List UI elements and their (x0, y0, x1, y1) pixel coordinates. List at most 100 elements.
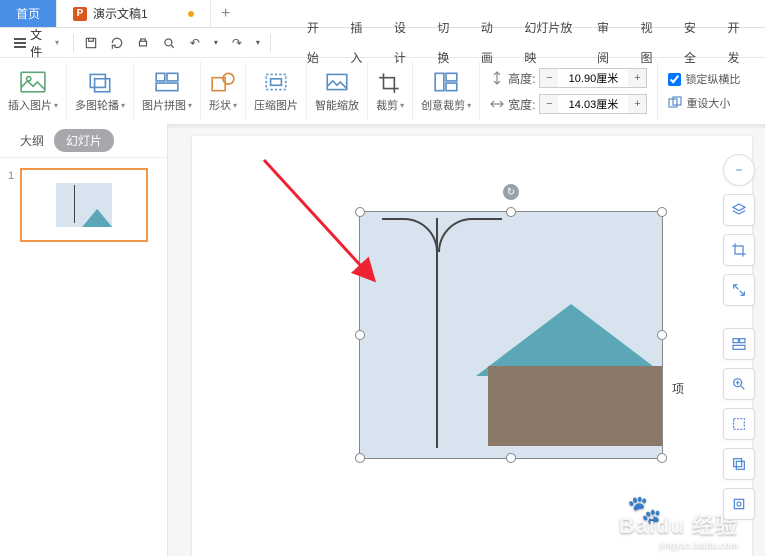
presentation-icon: P (73, 7, 87, 21)
group-multi-contour-label: 多图轮播 (75, 97, 119, 113)
resize-handle-tl[interactable] (355, 207, 365, 217)
group-pic-tile-label: 图片拼图 (142, 97, 186, 113)
height-minus-button[interactable]: − (540, 69, 558, 87)
refresh-button[interactable] (106, 32, 128, 54)
width-minus-button[interactable]: − (540, 95, 558, 113)
width-input[interactable] (558, 95, 628, 113)
chevron-down-icon: ▾ (400, 101, 404, 110)
workarea: 大纲 幻灯片 1 (0, 124, 765, 556)
group-crop[interactable]: 裁剪▾ (368, 62, 413, 120)
lamp-arm (382, 218, 438, 252)
group-shape[interactable]: 形状▾ (201, 62, 246, 120)
lock-ratio-input[interactable] (668, 73, 681, 86)
collapse-button[interactable]: − (723, 154, 755, 186)
slide-canvas[interactable]: ↻ 项 🐾 Baidu 经验 jingyan.baidu.com (192, 136, 752, 556)
size-group: 高度: − + 宽度: − + (480, 62, 658, 120)
lock-ratio-label: 锁定纵横比 (685, 71, 740, 87)
ribbon: 插入图片▾ 多图轮播▾ 图片拼图▾ 形状▾ 压缩图片 智能缩放 裁剪▾ 创意裁剪… (0, 58, 765, 124)
resize-handle-tm[interactable] (506, 207, 516, 217)
group-insert-pic[interactable]: 插入图片▾ (0, 62, 67, 120)
height-spinner[interactable]: − + (539, 68, 647, 88)
smart-zoom-icon (323, 69, 351, 95)
resize-handle-bm[interactable] (506, 453, 516, 463)
rotate-handle[interactable]: ↻ (503, 184, 519, 200)
height-input[interactable] (558, 69, 628, 87)
compress-icon (262, 69, 290, 95)
group-compress[interactable]: 压缩图片 (246, 62, 307, 120)
group-insert-pic-label: 插入图片 (8, 97, 52, 113)
tab-home[interactable]: 首页 (0, 0, 57, 27)
resize-handle-mr[interactable] (657, 330, 667, 340)
preview-button[interactable] (158, 32, 180, 54)
chevron-down-icon: ▾ (55, 38, 59, 47)
file-menu[interactable]: 文件 ▾ (6, 26, 67, 60)
selected-picture[interactable]: ↻ (360, 212, 662, 458)
tab-document[interactable]: P 演示文稿1 (57, 0, 211, 27)
slide-thumb-1[interactable]: 1 (8, 168, 159, 242)
side-tab-outline[interactable]: 大纲 (20, 132, 44, 149)
divider (270, 34, 271, 52)
carousel-icon (86, 69, 114, 95)
lamp-arm (438, 218, 502, 252)
undo-button[interactable]: ↶ (184, 32, 206, 54)
slides-list: 1 (0, 158, 167, 252)
width-plus-button[interactable]: + (628, 95, 646, 113)
new-tab-button[interactable]: + (211, 0, 241, 27)
ribbon-tab-develop[interactable]: 开发 (716, 13, 760, 73)
size-options: 锁定纵横比 重设大小 (658, 71, 750, 111)
chevron-down-icon: ▾ (54, 101, 58, 110)
canvas-area[interactable]: ↻ 项 🐾 Baidu 经验 jingyan.baidu.com (168, 124, 765, 556)
layers-button[interactable] (723, 194, 755, 226)
house-body (488, 366, 662, 446)
unsaved-dot-icon (188, 11, 194, 17)
width-icon (490, 97, 504, 111)
group-smart-zoom[interactable]: 智能缩放 (307, 62, 368, 120)
redo-dropdown[interactable]: ▾ (252, 32, 264, 54)
chevron-down-icon: ▾ (121, 101, 125, 110)
chevron-down-icon: ▾ (467, 101, 471, 110)
save-button[interactable] (80, 32, 102, 54)
settings-button[interactable] (723, 488, 755, 520)
image-icon (19, 69, 47, 95)
divider (73, 34, 74, 52)
shape-icon (209, 69, 237, 95)
height-plus-button[interactable]: + (628, 69, 646, 87)
quick-access: ↶ ▾ ↷ ▾ (80, 32, 264, 54)
thumbnail-preview (56, 183, 112, 227)
group-creative-crop[interactable]: 创意裁剪▾ (413, 62, 480, 120)
duplicate-button[interactable] (723, 448, 755, 480)
side-tab-slides[interactable]: 幻灯片 (54, 129, 114, 152)
resize-handle-br[interactable] (657, 453, 667, 463)
picture-content (360, 212, 662, 458)
tile-icon (153, 69, 181, 95)
ribbon-tab-security[interactable]: 安全 (672, 13, 716, 73)
undo-dropdown[interactable]: ▾ (210, 32, 222, 54)
chevron-down-icon: ▾ (188, 101, 192, 110)
select-button[interactable] (723, 408, 755, 440)
reset-icon (668, 96, 682, 110)
print-button[interactable] (132, 32, 154, 54)
width-label: 宽度: (508, 96, 535, 113)
align-button[interactable] (723, 328, 755, 360)
resize-handle-ml[interactable] (355, 330, 365, 340)
group-shape-label: 形状 (209, 97, 231, 113)
reset-size-button[interactable]: 重设大小 (668, 95, 740, 111)
redo-button[interactable]: ↷ (226, 32, 248, 54)
group-pic-tile[interactable]: 图片拼图▾ (134, 62, 201, 120)
creative-crop-icon (432, 69, 460, 95)
width-spinner[interactable]: − + (539, 94, 647, 114)
zoom-button[interactable] (723, 368, 755, 400)
slide-number: 1 (8, 168, 14, 242)
group-crop-label: 裁剪 (376, 97, 398, 113)
group-multi-contour[interactable]: 多图轮播▾ (67, 62, 134, 120)
file-menu-label: 文件 (30, 26, 51, 60)
crop-tool-button[interactable] (723, 234, 755, 266)
chevron-down-icon: ▾ (233, 101, 237, 110)
expand-button[interactable] (723, 274, 755, 306)
slide-thumbnail[interactable] (20, 168, 148, 242)
resize-handle-tr[interactable] (657, 207, 667, 217)
crop-icon (376, 69, 404, 95)
height-label: 高度: (508, 70, 535, 87)
lock-ratio-checkbox[interactable]: 锁定纵横比 (668, 71, 740, 87)
resize-handle-bl[interactable] (355, 453, 365, 463)
